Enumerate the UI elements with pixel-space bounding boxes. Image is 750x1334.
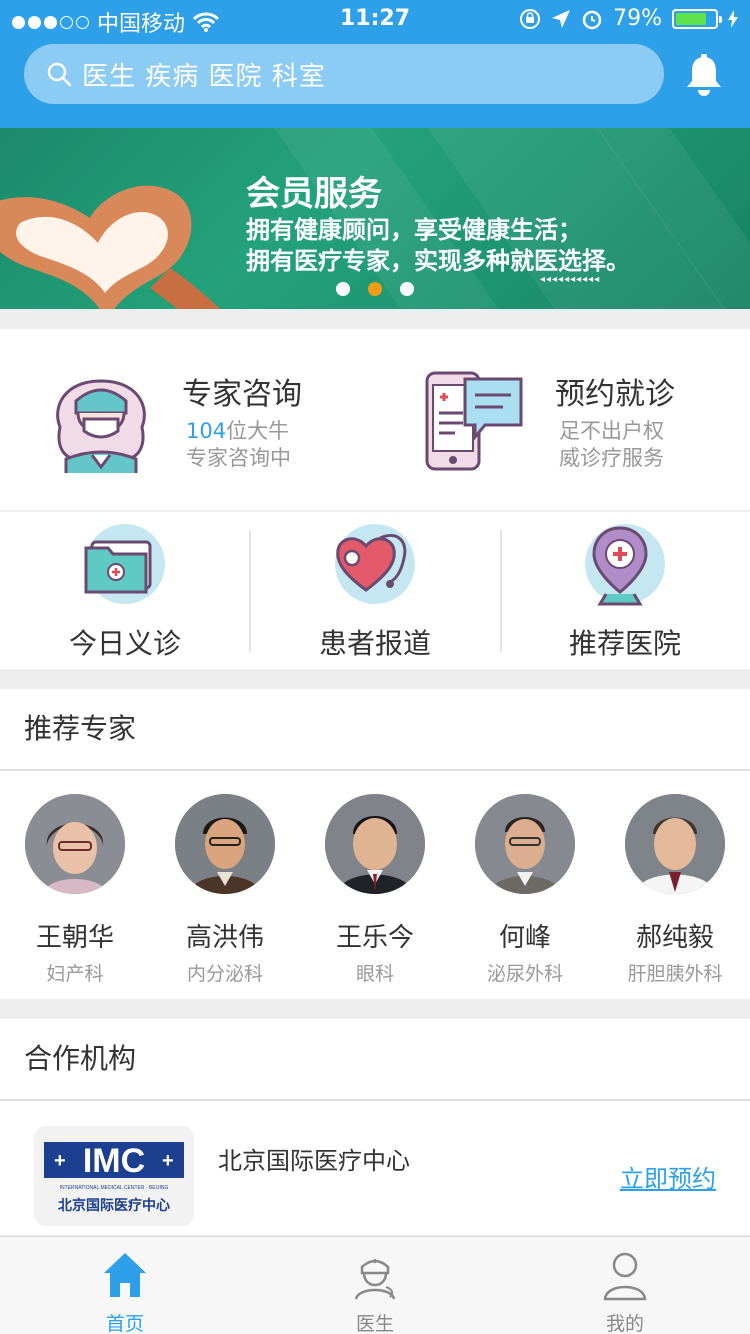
expert-card[interactable]: 何峰 泌尿外科 [450,771,600,999]
banner-line-1: 拥有健康顾问，享受健康生活； [246,216,582,244]
charging-icon [728,9,738,28]
expert-name: 王朝华 [35,923,114,953]
avatar [25,794,125,894]
expert-name: 何峰 [498,923,551,953]
appointment-title: 预约就诊 [555,377,675,412]
expert-dept: 眼科 [355,963,394,985]
consult-section: 专家咨询 104位大牛 专家咨询中 预约就诊 足不出户权 威诊疗服务 [0,329,750,510]
avatar [625,794,725,894]
avatar [325,794,425,894]
bell-icon[interactable] [684,54,724,96]
quick-label: 患者报道 [318,627,431,660]
logo-text: IMC [83,1142,145,1180]
search-placeholder: 医生 疾病 医院 科室 [82,61,326,92]
banner-title: 会员服务 [246,174,382,214]
status-bar: 中国移动 11:27 79% [0,0,750,40]
banner-arrows: ◂◂◂◂◂◂◂◂◂◂ [540,274,601,285]
appointment-card[interactable]: 预约就诊 足不出户权 威诊疗服务 [375,329,750,510]
partner-item[interactable]: IMC + + INTERNATIONAL MEDICAL CENTER · B… [0,1101,750,1235]
profile-icon [603,1252,647,1301]
svg-text:+: + [54,1150,66,1172]
expert-dept: 肝胆胰外科 [627,963,723,985]
pager-dot[interactable] [400,282,414,296]
quick-patient-report[interactable]: 患者报道 [250,512,500,669]
battery-icon [672,8,722,29]
appointment-sub2: 威诊疗服务 [559,446,664,470]
expert-dept: 内分泌科 [186,963,263,985]
tab-label: 我的 [605,1313,644,1334]
folder-medical-icon [84,540,152,594]
nurse-icon [56,379,146,473]
stethoscope-heart-icon [336,534,407,592]
experts-section-title: 推荐专家 [0,689,750,769]
expert-card[interactable]: 郝纯毅 肝胆胰外科 [600,771,750,999]
expert-dept: 泌尿外科 [486,963,563,985]
partners-section-title: 合作机构 [0,1019,750,1099]
expert-name: 王乐今 [335,923,414,953]
avatar [175,794,275,894]
expert-count-suffix: 位大牛 [226,419,290,443]
heart-hands-image [0,185,221,309]
expert-name: 郝纯毅 [635,923,714,953]
promo-banner[interactable]: 会员服务 拥有健康顾问，享受健康生活； 拥有医疗专家，实现多种就医选择。 ◂◂◂… [0,128,750,309]
quick-label: 推荐医院 [568,627,681,660]
expert-count: 104 [186,419,227,443]
phone-chat-icon [425,371,523,471]
search-icon [47,62,72,87]
search-input[interactable]: 医生 疾病 医院 科室 [24,44,664,104]
tab-bar: 首页 医生 我的 [0,1236,750,1334]
avatar [475,794,575,894]
tab-doctor[interactable]: 医生 [250,1237,500,1334]
expert-dept: 妇产科 [46,963,104,985]
pager-dot-active[interactable] [368,282,382,296]
expert-consult-sub1: 104位大牛 [186,415,289,445]
app-header: 中国移动 11:27 79% 医生 疾病 医院 科室 [0,0,750,128]
expert-list: 王朝华 妇产科 高洪伟 内分泌科 王乐今 眼科 何峰 泌尿外科 郝纯毅 肝胆胰外… [0,771,750,999]
battery-percent: 79% [613,6,662,31]
expert-name: 高洪伟 [185,923,264,953]
doctor-icon [354,1259,396,1300]
expert-consult-card[interactable]: 专家咨询 104位大牛 专家咨询中 [0,329,375,510]
expert-consult-title: 专家咨询 [182,377,302,412]
expert-consult-sub2: 专家咨询中 [186,446,291,470]
expert-card[interactable]: 王乐今 眼科 [300,771,450,999]
book-now-link[interactable]: 立即预约 [620,1159,716,1194]
hospital-location-icon [592,526,648,606]
partner-name: 北京国际医疗中心 [218,1147,410,1175]
expert-card[interactable]: 高洪伟 内分泌科 [150,771,300,999]
quick-actions: 今日义诊 患者报道 推荐医院 [0,512,750,669]
logo-subtitle: INTERNATIONAL MEDICAL CENTER · BEIJING [60,1185,169,1191]
logo-cn: 北京国际医疗中心 [58,1197,170,1214]
banner-line-2: 拥有医疗专家，实现多种就医选择。 [246,247,630,275]
appointment-sub1: 足不出户权 [559,419,664,443]
rotation-lock-icon [520,8,541,29]
location-arrow-icon [552,9,571,28]
alarm-icon [582,10,602,29]
tab-label: 医生 [355,1313,394,1334]
tab-profile[interactable]: 我的 [500,1237,750,1334]
quick-recommend-hospital[interactable]: 推荐医院 [500,512,750,669]
quick-label: 今日义诊 [68,627,181,660]
pager-dot[interactable] [336,282,350,296]
expert-card[interactable]: 王朝华 妇产科 [0,771,150,999]
banner-pager[interactable] [336,282,414,296]
quick-free-clinic[interactable]: 今日义诊 [0,512,250,669]
tab-home[interactable]: 首页 [0,1237,250,1334]
imc-logo: IMC + + INTERNATIONAL MEDICAL CENTER · B… [34,1126,194,1226]
svg-text:+: + [162,1150,174,1172]
tab-label: 首页 [105,1313,144,1334]
home-icon [104,1253,146,1297]
